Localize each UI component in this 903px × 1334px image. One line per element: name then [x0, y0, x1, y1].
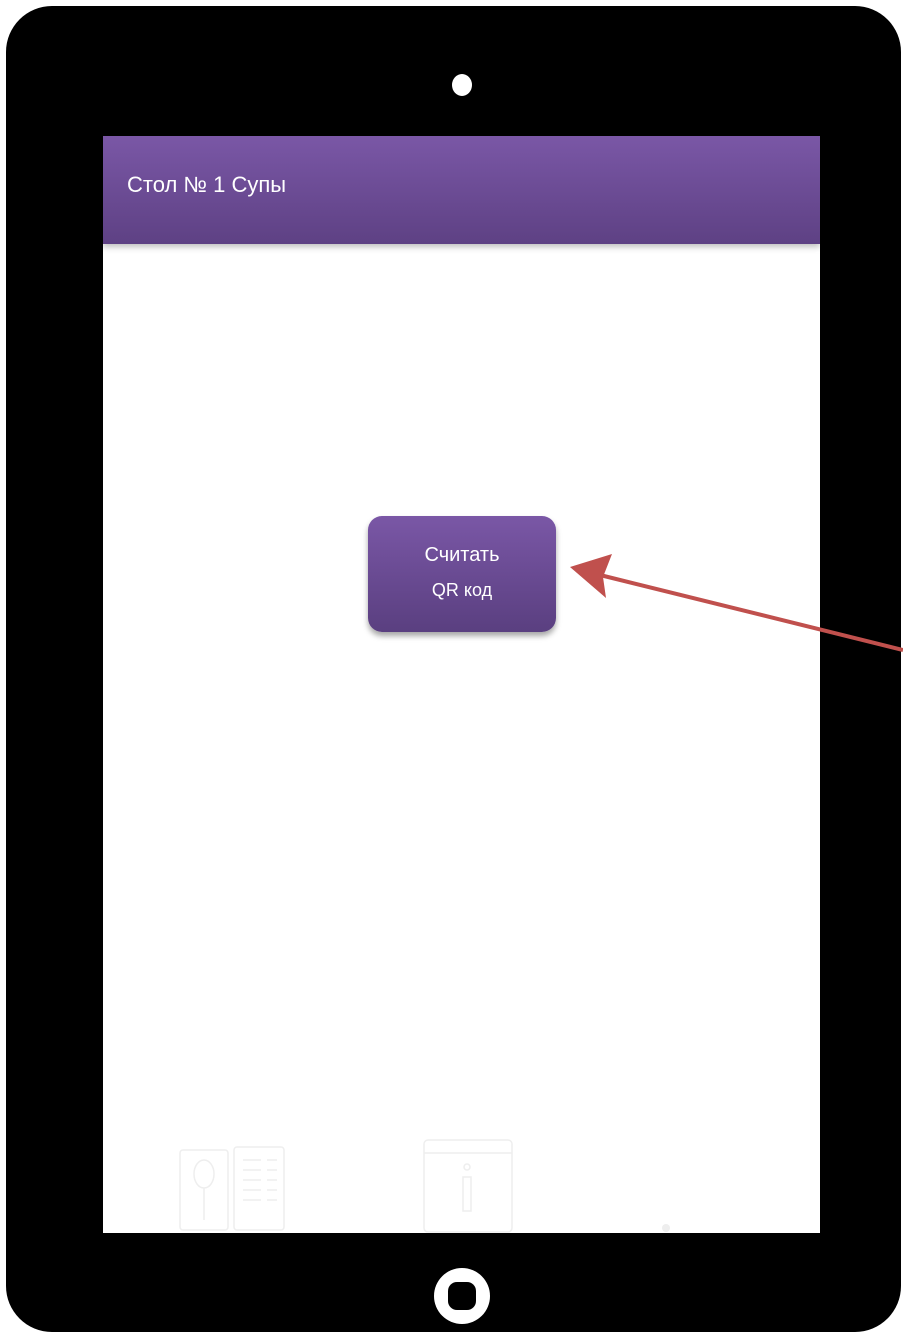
nav-menu-button[interactable] [179, 1146, 285, 1233]
scan-qr-button[interactable]: Считать QR код [368, 516, 556, 632]
home-button-inner [448, 1282, 476, 1310]
nav-third-button[interactable] [651, 1216, 681, 1233]
camera-dot [452, 74, 472, 96]
menu-book-icon [179, 1146, 285, 1231]
nav-info-button[interactable] [423, 1139, 515, 1233]
third-nav-icon [662, 1224, 670, 1232]
app-screen: Стол № 1 Супы Считать QR код [103, 136, 820, 1233]
scan-qr-label-line1: Считать [424, 544, 500, 566]
page-title: Стол № 1 Супы [127, 172, 287, 197]
tablet-frame: Стол № 1 Супы Считать QR код [6, 6, 901, 1332]
home-button[interactable] [434, 1268, 490, 1324]
app-bar: Стол № 1 Супы [103, 136, 820, 244]
info-icon [423, 1139, 513, 1233]
scan-qr-label-line2: QR код [431, 580, 493, 600]
